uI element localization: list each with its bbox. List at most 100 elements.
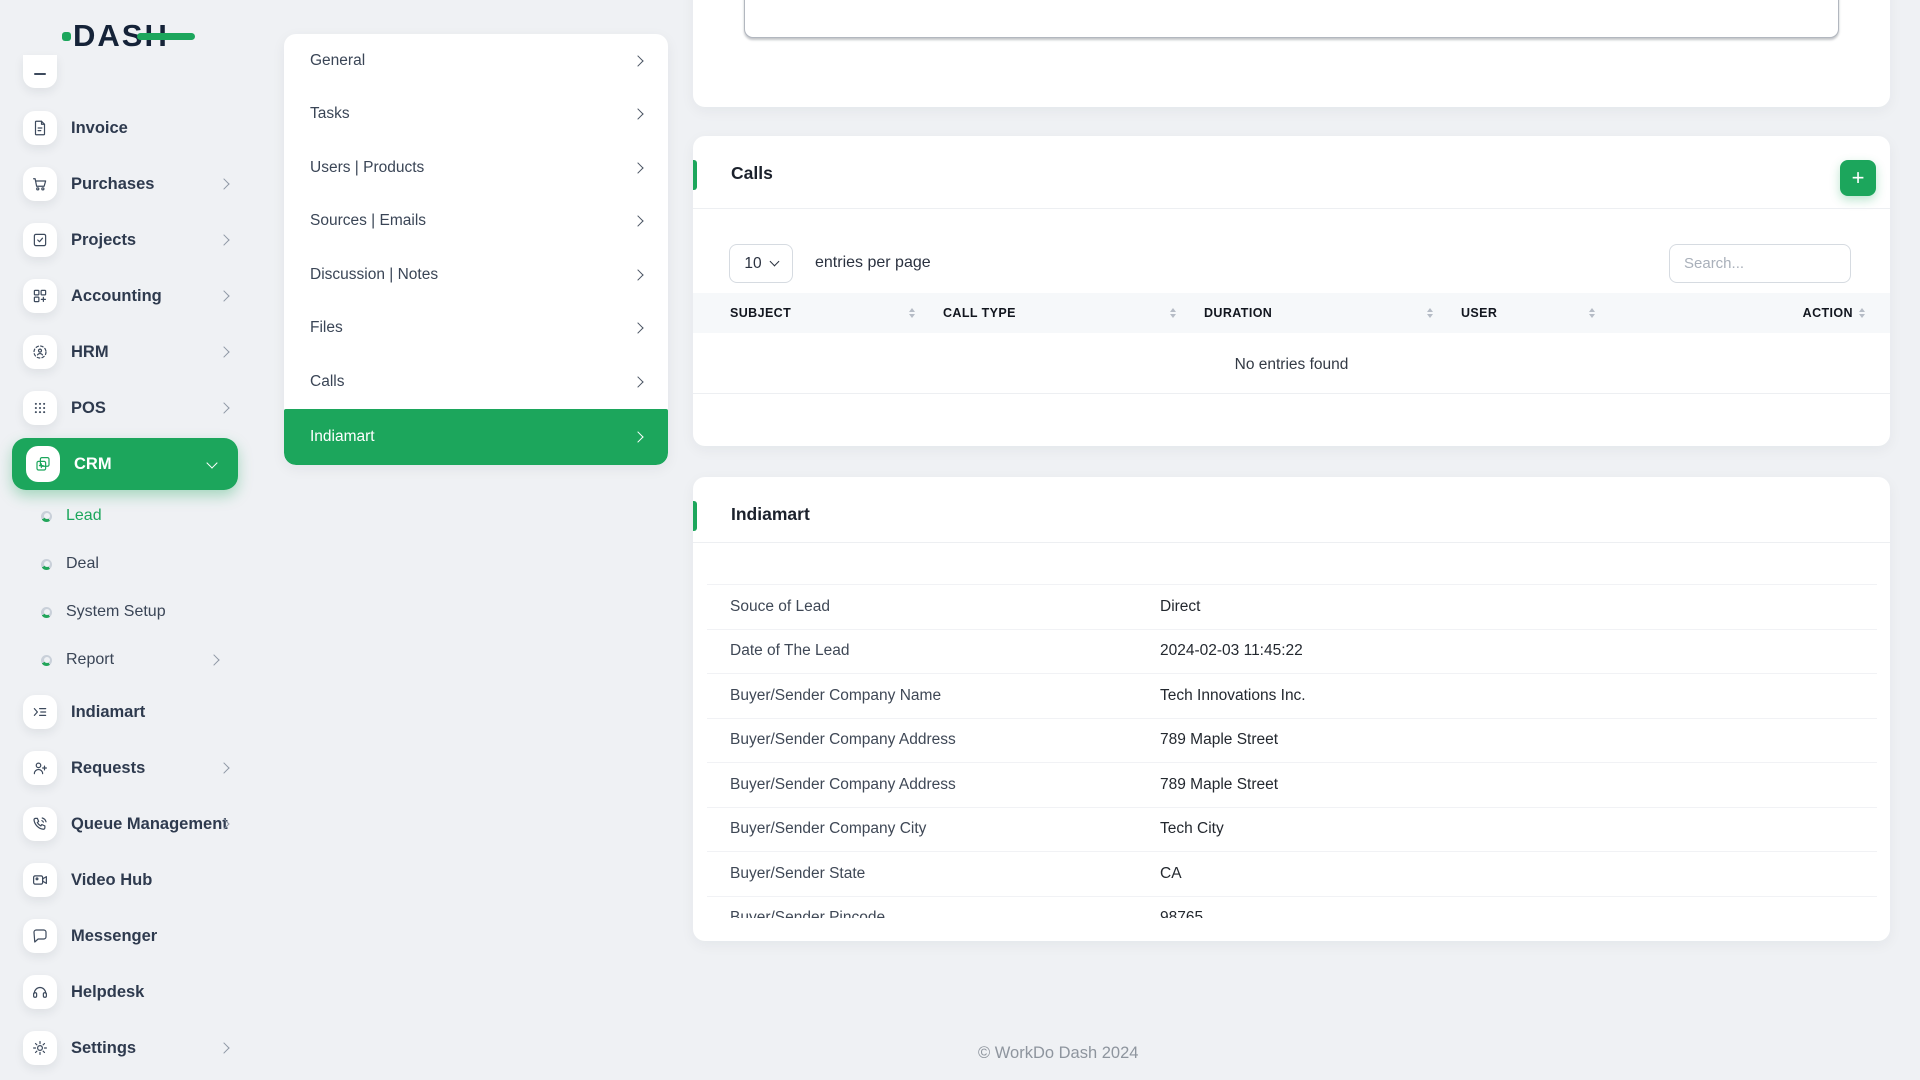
chevron-right-icon <box>218 234 229 245</box>
sidebar-item-messenger[interactable]: Messenger <box>0 908 260 964</box>
grid-plus-icon <box>23 279 57 313</box>
sidebar-item-label: POS <box>71 399 106 418</box>
detail-row-state: Buyer/Sender State CA <box>707 852 1877 897</box>
sidebar-subitem-deal[interactable]: Deal <box>0 540 260 588</box>
empty-table-message: No entries found <box>693 356 1890 374</box>
section-accent-bar <box>693 501 697 531</box>
sidebar-item-label: Purchases <box>71 175 154 194</box>
menu-item-indiamart-active[interactable]: Indiamart <box>284 409 668 466</box>
detail-row-pincode: Buyer/Sender Pincode 98765 <box>707 897 1877 919</box>
entries-per-page-value: 10 <box>744 255 761 273</box>
hrm-person-icon <box>23 335 57 369</box>
sidebar-item-label: Invoice <box>71 119 128 138</box>
sidebar-item-queue-management[interactable]: Queue Management <box>0 796 260 852</box>
menu-item-calls[interactable]: Calls <box>284 355 668 409</box>
column-header-call-type[interactable]: CALL TYPE <box>943 306 1204 320</box>
cart-icon <box>23 167 57 201</box>
invoice-icon <box>23 111 57 145</box>
sidebar-item-projects[interactable]: Projects <box>0 212 260 268</box>
menu-item-label: General <box>310 52 365 70</box>
menu-item-tasks[interactable]: Tasks <box>284 88 668 142</box>
divider <box>693 208 1890 209</box>
divider <box>693 393 1890 394</box>
chevron-right-icon <box>632 269 643 280</box>
chevron-right-icon <box>218 290 229 301</box>
sidebar-subitem-system-setup[interactable]: System Setup <box>0 588 260 636</box>
sidebar-item-settings[interactable]: Settings <box>0 1020 260 1076</box>
sidebar-item-accounting[interactable]: Accounting <box>0 268 260 324</box>
entries-per-page-label: entries per page <box>815 254 931 272</box>
sidebar-item-requests[interactable]: Requests <box>0 740 260 796</box>
column-header-subject[interactable]: SUBJECT <box>730 306 943 320</box>
logo-bar <box>137 33 195 40</box>
headset-icon <box>23 975 57 1009</box>
chevron-right-icon <box>218 1042 229 1053</box>
clipped-top-card <box>693 0 1890 107</box>
chevron-right-icon <box>632 55 643 66</box>
entries-per-page-select[interactable]: 10 <box>729 244 793 283</box>
menu-item-label: Users | Products <box>310 159 424 177</box>
sidebar-item-crm-active[interactable]: CRM <box>0 436 260 492</box>
sort-arrows-icon[interactable] <box>1170 308 1176 319</box>
sidebar-subitem-label: Report <box>66 651 114 669</box>
list-start-icon <box>23 695 57 729</box>
sort-arrows-icon[interactable] <box>1427 308 1433 319</box>
crm-active-pill[interactable]: CRM <box>12 438 238 490</box>
chevron-right-icon <box>632 216 643 227</box>
chevron-right-icon <box>632 109 643 120</box>
detail-row-source-of-lead: Souce of Lead Direct <box>707 585 1877 630</box>
sidebar-subitem-label: Deal <box>66 555 99 573</box>
column-header-user[interactable]: USER <box>1461 306 1623 320</box>
main-content: Calls + 10 entries per page SUBJECT CALL… <box>693 0 1890 1080</box>
menu-item-label: Discussion | Notes <box>310 266 438 284</box>
sidebar-item-label: Queue Management <box>71 815 228 834</box>
detail-row-date-of-lead: Date of The Lead 2024-02-03 11:45:22 <box>707 630 1877 675</box>
sidebar-item-indiamart[interactable]: Indiamart <box>0 684 260 740</box>
column-header-action[interactable]: ACTION <box>1623 306 1865 320</box>
section-accent-bar <box>693 160 697 190</box>
sidebar-item-hrm[interactable]: HRM <box>0 324 260 380</box>
sidebar-item-pos[interactable]: POS <box>0 380 260 436</box>
sort-arrows-icon[interactable] <box>1589 308 1595 319</box>
sidebar-item-helpdesk[interactable]: Helpdesk <box>0 964 260 1020</box>
sidebar-item-purchases[interactable]: Purchases <box>0 156 260 212</box>
sidebar-subitem-label: Lead <box>66 507 102 525</box>
clipped-dashboard-icon[interactable] <box>23 55 57 88</box>
column-header-duration[interactable]: DURATION <box>1204 306 1461 320</box>
menu-item-users-products[interactable]: Users | Products <box>284 141 668 195</box>
clipped-textarea[interactable] <box>744 0 1839 38</box>
menu-item-sources-emails[interactable]: Sources | Emails <box>284 195 668 249</box>
user-plus-icon <box>23 751 57 785</box>
chevron-down-icon <box>206 457 217 468</box>
search-input[interactable] <box>1669 244 1851 283</box>
menu-item-general[interactable]: General <box>284 34 668 88</box>
sort-arrows-icon[interactable] <box>1859 308 1865 319</box>
sort-arrows-icon[interactable] <box>909 308 915 319</box>
menu-item-files[interactable]: Files <box>284 302 668 356</box>
chevron-right-icon <box>632 376 643 387</box>
sidebar-item-label: Settings <box>71 1039 136 1058</box>
check-square-icon <box>23 223 57 257</box>
sidebar-subitem-lead[interactable]: Lead <box>0 492 260 540</box>
calls-section-title: Calls <box>731 163 773 184</box>
app-logo[interactable]: DASH <box>63 16 213 56</box>
indiamart-detail-table: Souce of Lead Direct Date of The Lead 20… <box>707 542 1877 918</box>
menu-item-label: Sources | Emails <box>310 212 426 230</box>
crm-icon <box>26 446 60 482</box>
sidebar-item-label: Accounting <box>71 287 162 306</box>
menu-item-label: Tasks <box>310 105 350 123</box>
chevron-down-icon <box>769 257 779 267</box>
indiamart-section-title: Indiamart <box>731 504 810 525</box>
sidebar-item-invoice[interactable]: Invoice <box>0 100 260 156</box>
indiamart-card: Indiamart Souce of Lead Direct Date of T… <box>693 477 1890 941</box>
sidebar-item-label: Messenger <box>71 927 157 946</box>
chevron-right-icon <box>218 402 229 413</box>
sidebar-item-video-hub[interactable]: Video Hub <box>0 852 260 908</box>
table-spacer-row <box>707 542 1877 585</box>
sidebar-item-label: Helpdesk <box>71 983 144 1002</box>
add-call-button[interactable]: + <box>1840 160 1876 196</box>
sidebar-subitem-report[interactable]: Report <box>0 636 260 684</box>
menu-item-discussion-notes[interactable]: Discussion | Notes <box>284 248 668 302</box>
menu-item-label: Indiamart <box>310 428 375 446</box>
chevron-right-icon <box>218 178 229 189</box>
